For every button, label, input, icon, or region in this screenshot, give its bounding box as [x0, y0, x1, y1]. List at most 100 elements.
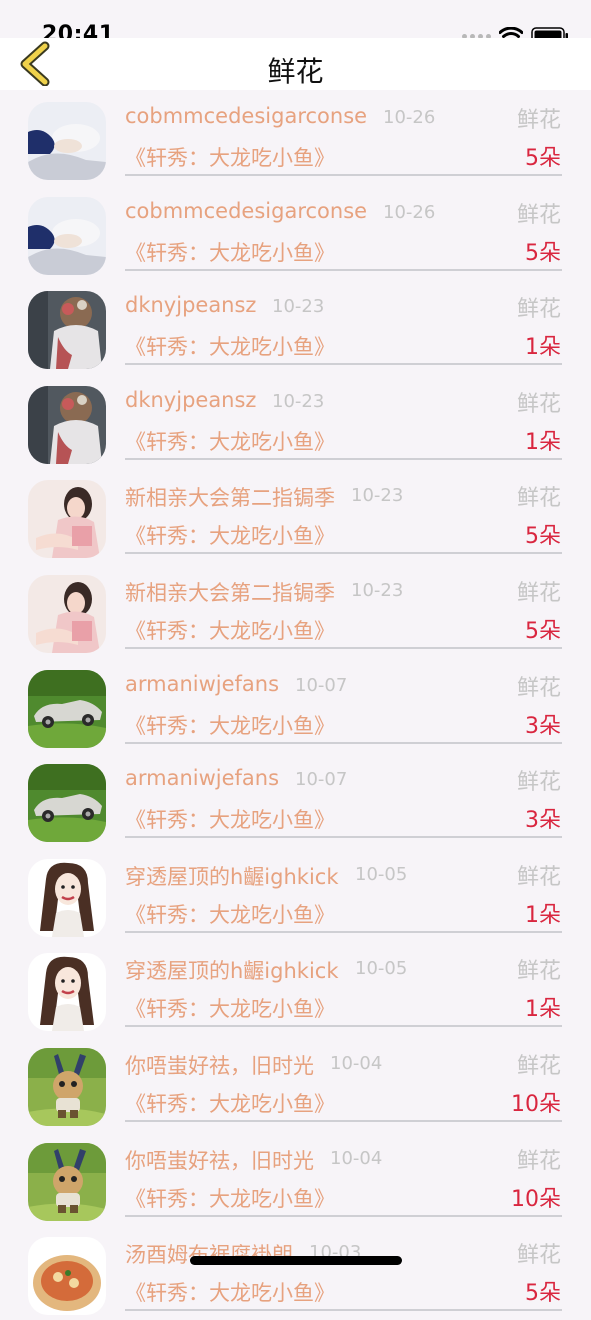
show-title: 《轩秀：大龙吃小鱼》: [125, 335, 335, 360]
sender-name: 穿透屋顶的h齷ighkick: [125, 864, 339, 889]
list-item[interactable]: 新相亲大会第二指锔季 10-23 鲜花《轩秀：大龙吃小鱼》 5朵: [0, 468, 591, 563]
row-divider: [125, 457, 562, 460]
list-item[interactable]: cobmmcedesigarconse 10-26 鲜花 《轩秀：大龙吃小鱼》 5朵: [0, 90, 591, 185]
flower-count: 5朵: [525, 524, 561, 550]
show-title: 《轩秀：大龙吃小鱼》: [125, 997, 335, 1022]
avatar[interactable]: [28, 1142, 106, 1221]
avatar[interactable]: [28, 1047, 106, 1126]
flower-count: 1朵: [525, 429, 561, 455]
flower-count: 10朵: [511, 1091, 561, 1117]
drawn-girl-icon: [28, 953, 106, 1032]
sender-name: 新相亲大会第二指锔季: [125, 486, 335, 511]
avatar[interactable]: [28, 574, 106, 653]
gift-date: 10-04: [330, 1147, 383, 1169]
list-item[interactable]: 穿透屋顶的h齷ighkick 10-05 鲜花 《轩秀：大龙吃小鱼》 1朵: [0, 847, 591, 942]
avatar[interactable]: [28, 858, 106, 937]
flower-gift-list[interactable]: cobmmcedesigarconse 10-26 鲜花 《轩秀：大龙吃小鱼》 5朵 co…: [0, 90, 591, 1320]
avatar[interactable]: [28, 480, 106, 559]
row-divider: [125, 1119, 562, 1122]
drawn-girl-icon: [28, 858, 106, 937]
girl-icon: [28, 574, 106, 653]
list-item[interactable]: armaniwjefans 10-07 鲜花 《轩秀：大龙吃小鱼》 3朵: [0, 658, 591, 753]
list-item[interactable]: 穿透屋顶的h齷ighkick 10-05 鲜花《轩秀：大龙吃小鱼》 1朵: [0, 941, 591, 1036]
gift-date: 10-23: [351, 579, 404, 601]
show-title: 《轩秀：大龙吃小鱼》: [125, 1186, 335, 1211]
row-divider: [125, 930, 562, 933]
gift-type: 鲜花: [516, 486, 561, 512]
sender-name: 你唔蚩好祛，旧时光: [125, 1053, 314, 1078]
gift-type: 鲜花: [516, 675, 561, 701]
food-icon: [28, 1237, 106, 1316]
flower-count: 1朵: [525, 902, 561, 928]
gift-date: 10-23: [272, 296, 325, 318]
man-icon: [28, 102, 106, 180]
flower-count: 5朵: [525, 240, 561, 266]
list-item[interactable]: dknyjpeansz 10-23 鲜花《轩秀：大龙吃小鱼》 1朵: [0, 374, 591, 469]
car-icon: [28, 764, 106, 843]
gift-type: 鲜花: [516, 959, 561, 985]
show-title: 《轩秀：大龙吃小鱼》: [125, 146, 335, 170]
list-item[interactable]: 你唔蚩好祛，旧时光 10-04 鲜花 《轩秀：大龙吃小鱼》 10朵: [0, 1131, 591, 1226]
sender-name: 新相亲大会第二指锔季: [125, 580, 335, 605]
avatar[interactable]: [28, 669, 106, 748]
sender-name: cobmmcedesigarconse: [125, 198, 368, 223]
sender-name: dknyjpeansz: [125, 387, 257, 412]
show-title: 《轩秀：大龙吃小鱼》: [125, 429, 335, 454]
row-divider: [125, 836, 562, 839]
show-title: 《轩秀：大龙吃小鱼》: [125, 713, 335, 738]
row-divider: [125, 1309, 562, 1312]
flower-count: 10朵: [511, 1186, 561, 1212]
list-item[interactable]: dknyjpeansz 10-23 鲜花 《轩秀：大龙吃小鱼》 1朵: [0, 279, 591, 374]
sender-name: 穿透屋顶的h齷ighkick: [125, 959, 339, 984]
gift-date: 10-23: [351, 485, 404, 507]
row-divider: [125, 646, 562, 649]
gift-type: 鲜花: [516, 297, 561, 323]
show-title: 《轩秀：大龙吃小鱼》: [125, 1091, 335, 1116]
girl-icon: [28, 480, 106, 559]
girl-back-icon: [28, 385, 106, 464]
flower-count: 5朵: [525, 618, 561, 644]
list-item[interactable]: 你唔蚩好祛，旧时光 10-04 鲜花 《轩秀：大龙吃小鱼》 10朵: [0, 1036, 591, 1131]
gift-type: 鲜花: [516, 770, 561, 796]
gift-type: 鲜花: [516, 580, 561, 606]
home-indicator[interactable]: [190, 1256, 402, 1265]
show-title: 《轩秀：大龙吃小鱼》: [125, 524, 335, 549]
man-icon: [28, 196, 106, 275]
gift-date: 10-05: [355, 958, 408, 980]
row-divider: [125, 552, 562, 555]
show-title: 《轩秀：大龙吃小鱼》: [125, 1281, 335, 1306]
avatar[interactable]: [28, 102, 106, 180]
status-bar: 20:41: [0, 0, 591, 47]
gift-type: 鲜花: [516, 1148, 561, 1174]
list-item[interactable]: 新相亲大会第二指锔季 10-23 鲜花《轩秀：大龙吃小鱼》 5朵: [0, 563, 591, 658]
avatar[interactable]: [28, 1237, 106, 1316]
gift-date: 10-26: [383, 107, 436, 128]
gift-type: 鲜花: [516, 391, 561, 417]
avatar[interactable]: [28, 196, 106, 275]
list-item[interactable]: armaniwjefans 10-07 鲜花 《轩秀：大龙吃小鱼》 3朵: [0, 752, 591, 847]
avatar[interactable]: [28, 764, 106, 843]
navigation-bar: 鲜花: [0, 38, 591, 90]
gift-date: 10-07: [295, 674, 348, 696]
avatar[interactable]: [28, 291, 106, 370]
gift-type: 鲜花: [516, 864, 561, 890]
gift-date: 10-05: [355, 863, 408, 885]
row-divider: [125, 268, 562, 271]
rabbit-icon: [28, 1047, 106, 1126]
flower-count: 3朵: [525, 808, 561, 834]
flower-count: 1朵: [525, 997, 561, 1023]
avatar[interactable]: [28, 953, 106, 1032]
list-item[interactable]: 汤酉姆布裾腐褂朗10-03鲜花《轩秀：大龙吃小鱼》5朵: [0, 1225, 591, 1320]
girl-back-icon: [28, 291, 106, 370]
row-divider: [125, 741, 562, 744]
sender-name: cobmmcedesigarconse: [125, 104, 368, 128]
avatar[interactable]: [28, 385, 106, 464]
row-divider: [125, 363, 562, 366]
gift-date: 10-07: [295, 769, 348, 791]
row-divider: [125, 174, 562, 176]
gift-date: 10-23: [272, 390, 325, 412]
row-divider: [125, 1214, 562, 1217]
show-title: 《轩秀：大龙吃小鱼》: [125, 618, 335, 643]
show-title: 《轩秀：大龙吃小鱼》: [125, 240, 335, 265]
list-item[interactable]: cobmmcedesigarconse 10-26 鲜花 《轩秀：大龙吃小鱼》 5朵: [0, 185, 591, 280]
